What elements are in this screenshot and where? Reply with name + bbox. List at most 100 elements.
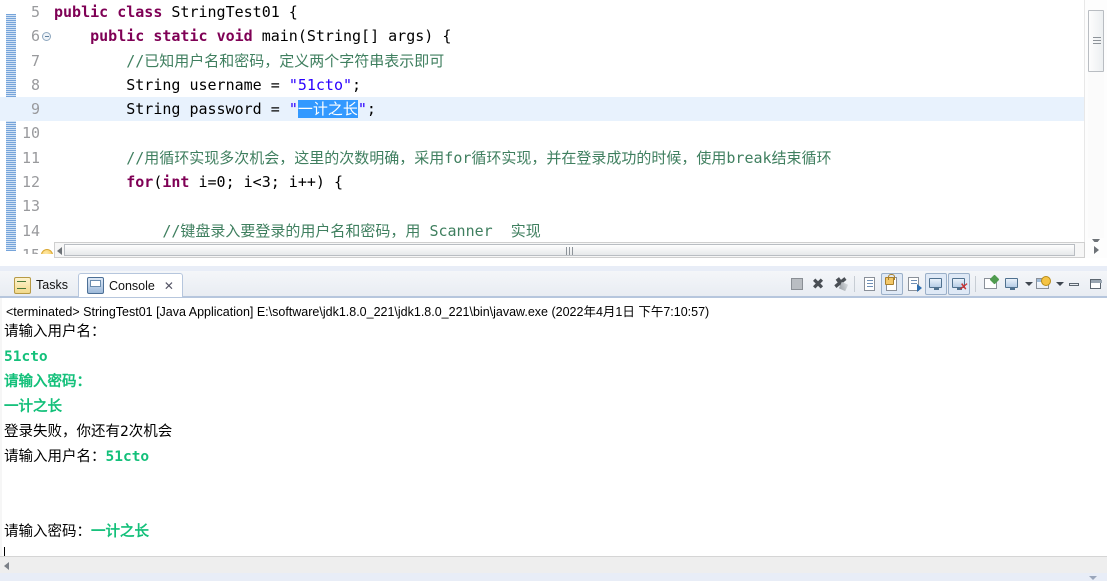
open-console-dropdown[interactable] [1054, 274, 1064, 294]
console-text-run: 请输入密码： [4, 374, 91, 390]
maximize-button[interactable] [1085, 274, 1105, 294]
code-token: //用循环实现多次机会，这里的次数明确，采用for循环实现，并在登录成功的时候，… [54, 148, 832, 167]
word-wrap-button[interactable] [904, 274, 924, 294]
open-console-button[interactable] [1033, 274, 1053, 294]
line-number: 14 [21, 221, 40, 240]
show-console-on-error-button[interactable]: ✕ [948, 273, 970, 295]
clear-console-button[interactable] [860, 274, 880, 294]
console-text-run: 请输入用户名： [4, 324, 106, 340]
scroll-grip-icon [565, 247, 574, 255]
display-selected-console-button[interactable] [1002, 274, 1022, 294]
horizontal-scroll-thumb[interactable] [64, 244, 1075, 256]
pin-console-button[interactable] [981, 274, 1001, 294]
resize-handle-icon[interactable] [1089, 576, 1097, 580]
code-line[interactable]: 13 [0, 194, 1085, 218]
code-token: int [162, 173, 199, 192]
code-line[interactable]: 9 String password = "一计之长"; [0, 97, 1085, 122]
code-token: public [90, 27, 154, 46]
remove-launch-button[interactable]: ✖ [808, 274, 828, 294]
code-text: public static void main(String[] args) { [54, 24, 451, 48]
code-token: " [288, 100, 298, 119]
code-line[interactable]: 8 String username = "51cto"; [0, 73, 1085, 97]
console-horizontal-scrollbar[interactable] [0, 556, 1107, 574]
console-line: 登录失败，你还有2次机会 [4, 420, 1103, 445]
display-console-dropdown[interactable] [1023, 274, 1033, 294]
code-token: 一计之长 [297, 100, 358, 119]
console-text-run: 51cto [105, 449, 150, 465]
tab-tasks-label: Tasks [36, 278, 68, 292]
code-token: static [153, 27, 217, 46]
tab-tasks[interactable]: Tasks [6, 273, 76, 297]
console-text-run: 请输入用户名： [4, 449, 106, 465]
code-line[interactable]: 10 [0, 121, 1085, 145]
line-number: 9 [30, 100, 40, 119]
console-line: 请输入用户名： [4, 320, 1103, 345]
tasks-icon [14, 276, 31, 294]
console-line: 请输入密码： [4, 370, 1103, 395]
display-console-icon [1005, 278, 1018, 290]
code-token: //已知用户名和密码，定义两个字符串表示即可 [54, 51, 445, 70]
scroll-right-arrow-icon[interactable] [1094, 246, 1099, 254]
status-strip [0, 573, 1107, 581]
close-icon[interactable]: ✕ [164, 274, 174, 298]
console-text-run: 51cto [4, 349, 48, 365]
code-token: "51cto" [288, 75, 353, 94]
scroll-grip-icon [1093, 37, 1101, 44]
chevron-down-icon [1056, 282, 1064, 286]
code-token: ; [366, 100, 376, 119]
code-token: main(String[] args) { [261, 27, 452, 46]
code-line[interactable]: 11 //用循环实现多次机会，这里的次数明确，采用for循环实现，并在登录成功的… [0, 146, 1085, 170]
code-area[interactable]: 5 public class StringTest01 {6 public sta… [0, 0, 1085, 254]
console-text[interactable]: 请输入用户名： 51cto 请输入密码： 一计之长 登录失败，你还有2次机会 请输入用户名… [4, 320, 1103, 570]
editor-horizontal-scrollbar[interactable] [54, 242, 1085, 258]
code-token: String username = [54, 75, 289, 94]
remove-all-icon: ✖ [829, 274, 849, 294]
code-token: public [54, 3, 118, 21]
code-line[interactable]: 14 //键盘录入要登录的用户名和密码，用 Scanner 实现 [0, 219, 1085, 243]
console-line: 请输入密码：一计之长 [4, 520, 1103, 545]
scroll-left-arrow-icon[interactable] [57, 247, 62, 255]
code-token: StringTest01 { [171, 3, 298, 21]
code-line[interactable]: 7 //已知用户名和密码，定义两个字符串表示即可 [0, 49, 1085, 73]
code-line[interactable]: 5 public class StringTest01 { [0, 0, 1085, 24]
scroll-lock-button[interactable] [881, 273, 903, 295]
code-token: i=0; i<3; i++) { [198, 173, 344, 192]
line-number: 10 [21, 124, 40, 143]
toolbar-separator [975, 276, 976, 292]
code-line[interactable]: 6 public static void main(String[] args)… [0, 24, 1085, 48]
show-console-on-output-button[interactable] [925, 273, 947, 295]
code-token: for [126, 173, 154, 192]
code-text: for(int i=0; i<3; i++) { [54, 170, 343, 194]
console-text-run: 登录失败，你还有2次机会 [4, 424, 173, 440]
minimize-button[interactable] [1064, 274, 1084, 294]
code-token: //键盘录入要登录的用户名和密码，用 Scanner 实现 [54, 221, 541, 240]
fold-collapse-icon[interactable] [42, 32, 51, 42]
console-left-margin [0, 298, 2, 558]
code-token: class [117, 3, 172, 21]
console-toolbar: ✖ ✖ ✕ [787, 272, 1105, 296]
console-icon [87, 277, 104, 294]
vertical-scroll-thumb[interactable] [1088, 10, 1104, 72]
code-token: " [357, 100, 367, 119]
editor-vertical-scrollbar[interactable] [1084, 0, 1107, 254]
code-token: ; [352, 75, 362, 94]
line-number: 15 [0, 243, 40, 254]
java-editor[interactable]: 5 public class StringTest01 {6 public sta… [0, 0, 1107, 266]
code-text: //用循环实现多次机会，这里的次数明确，采用for循环实现，并在登录成功的时候，… [54, 146, 832, 170]
tab-console[interactable]: Console ✕ [78, 273, 183, 298]
code-line[interactable]: 12 for(int i=0; i<3; i++) { [0, 170, 1085, 194]
terminate-button[interactable] [787, 274, 807, 294]
remove-all-terminated-button[interactable]: ✖ [829, 274, 849, 294]
new-console-icon [1036, 276, 1051, 289]
scroll-left-arrow-icon[interactable] [4, 562, 9, 570]
console-output-area[interactable]: <terminated> StringTest01 [Java Applicat… [0, 297, 1107, 582]
close-x-icon: ✖ [811, 275, 825, 293]
line-number: 12 [21, 173, 40, 192]
stop-icon [791, 278, 803, 290]
warning-marker-icon[interactable] [41, 248, 53, 254]
toolbar-separator [854, 276, 855, 292]
line-number: 7 [30, 51, 40, 70]
line-number: 8 [30, 75, 40, 94]
